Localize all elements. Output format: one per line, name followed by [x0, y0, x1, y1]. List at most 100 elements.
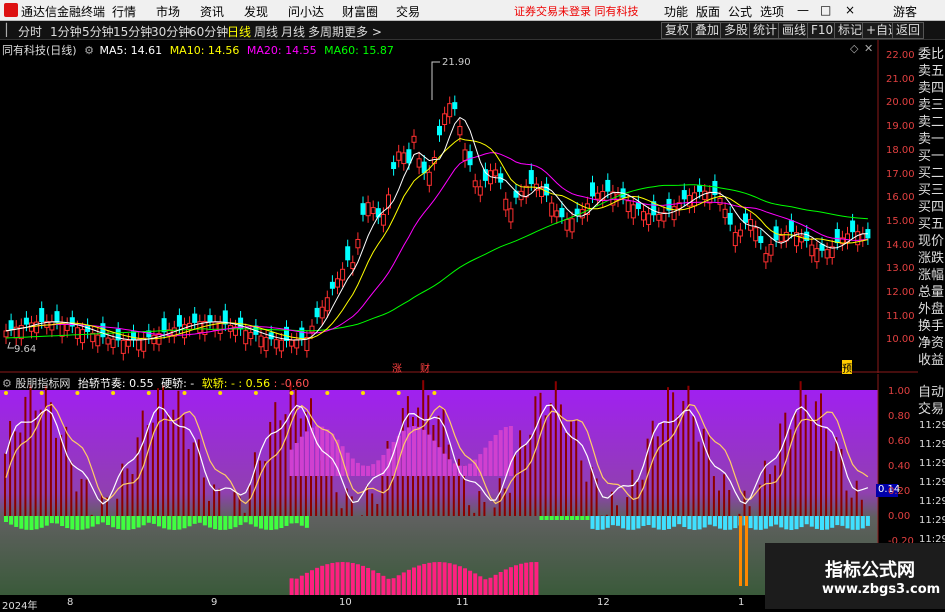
quote-field-label[interactable]: 净资: [918, 335, 945, 352]
indicator-bar: [65, 427, 67, 516]
stats-button[interactable]: 统计: [749, 22, 781, 39]
event-tag-limit[interactable]: 涨: [392, 360, 402, 375]
watermark-url: www.zbgs3.com: [822, 582, 940, 597]
quote-field-label[interactable]: 总量: [918, 284, 945, 301]
period-daily[interactable]: 日线: [227, 23, 251, 40]
candle-body: [315, 308, 319, 316]
high-price-label: 21.90: [442, 57, 471, 68]
menu-ask-xiaoda[interactable]: 问小达: [288, 3, 324, 20]
quote-field-label[interactable]: 收益: [918, 352, 945, 369]
momentum-bar: [305, 431, 309, 476]
draw-button[interactable]: 画线: [778, 22, 810, 39]
login-warning[interactable]: 证券交易未登录 同有科技: [514, 3, 639, 19]
menu-options[interactable]: 选项: [760, 3, 784, 20]
quote-field-label[interactable]: 买五: [918, 216, 945, 233]
menu-market[interactable]: 市场: [156, 3, 180, 20]
candle-body: [672, 207, 676, 220]
overlay-button[interactable]: 叠加: [691, 22, 723, 39]
candle-body: [789, 221, 793, 232]
price-tick: 20.00: [886, 97, 915, 108]
adjust-button[interactable]: 复权: [661, 22, 693, 39]
indicator-bar: [453, 471, 455, 516]
maximize-icon[interactable]: □: [820, 3, 831, 17]
event-tag-finance[interactable]: 财: [420, 360, 430, 375]
guest-label[interactable]: 游客: [893, 3, 917, 20]
candle-body: [438, 126, 442, 134]
negative-bar: [234, 516, 238, 527]
period-1min[interactable]: 1分钟: [50, 23, 82, 40]
volume-bar: [458, 566, 462, 595]
period-more[interactable]: 更多 >: [344, 23, 382, 40]
trade-field-label[interactable]: 交易: [918, 401, 945, 418]
quote-field-label[interactable]: 买二: [918, 165, 945, 182]
indicator-bar: [468, 505, 470, 516]
quote-field-label[interactable]: 换手: [918, 318, 945, 335]
period-monthly[interactable]: 月线: [281, 23, 305, 40]
quote-field-label[interactable]: 买一: [918, 148, 945, 165]
candle-body: [662, 213, 666, 221]
quote-field-label[interactable]: 卖五: [918, 63, 945, 80]
menu-news[interactable]: 资讯: [200, 3, 224, 20]
minimize-icon[interactable]: —: [797, 3, 809, 17]
back-button[interactable]: 返回: [892, 22, 924, 39]
quote-field-label[interactable]: 现价: [918, 233, 945, 250]
negative-bar: [45, 516, 49, 526]
candle-body: [412, 136, 416, 142]
trade-field-label[interactable]: 自动: [918, 384, 945, 401]
settings-gear-icon[interactable]: ⚙: [84, 44, 94, 57]
quote-field-label[interactable]: 卖二: [918, 114, 945, 131]
multi-stock-button[interactable]: 多股: [720, 22, 752, 39]
quote-field-label[interactable]: 卖三: [918, 97, 945, 114]
candle-body: [769, 245, 773, 256]
negative-bar: [601, 516, 605, 530]
f10-button[interactable]: F10: [807, 22, 837, 39]
quote-field-label[interactable]: 买三: [918, 182, 945, 199]
candle-body: [402, 153, 406, 164]
menu-layout[interactable]: 版面: [696, 3, 720, 20]
period-weekly[interactable]: 周线: [254, 23, 278, 40]
period-60min[interactable]: 60分钟: [189, 23, 228, 40]
pin-icon[interactable]: ◇: [850, 42, 858, 55]
period-multi[interactable]: 多周期: [308, 23, 344, 40]
negative-bar: [24, 516, 28, 530]
menu-quotes[interactable]: 行情: [112, 3, 136, 20]
close-icon[interactable]: ×: [845, 3, 855, 17]
candle-body: [458, 127, 462, 135]
negative-bar: [611, 516, 615, 525]
candle-body: [764, 254, 768, 262]
quote-field-label[interactable]: 涨跌: [918, 250, 945, 267]
quote-field-label[interactable]: 外盘: [918, 301, 945, 318]
indicator-bar: [708, 434, 710, 516]
negative-bar: [713, 516, 717, 526]
period-30min[interactable]: 30分钟: [151, 23, 190, 40]
quote-field-label[interactable]: 涨幅: [918, 267, 945, 284]
menu-trade[interactable]: 交易: [396, 3, 420, 20]
chart-close-icon[interactable]: ✕: [864, 42, 873, 55]
menu-discover[interactable]: 发现: [244, 3, 268, 20]
candle-body: [591, 183, 595, 196]
candle-body: [453, 103, 457, 109]
quote-field-label[interactable]: 买四: [918, 199, 945, 216]
quote-field-label[interactable]: 卖一: [918, 131, 945, 148]
trade-side-panel: 自动交易: [918, 384, 945, 418]
indicator-gear-icon[interactable]: ⚙: [2, 377, 12, 390]
indicator-bar: [60, 435, 62, 516]
menu-wealth-circle[interactable]: 财富圈: [342, 3, 378, 20]
volume-bar: [438, 562, 442, 595]
volume-bar: [489, 578, 493, 595]
indicator-bar: [86, 480, 88, 516]
menu-function[interactable]: 功能: [664, 3, 688, 20]
volume-bar: [453, 564, 457, 595]
period-5min[interactable]: 5分钟: [82, 23, 114, 40]
negative-bar: [162, 516, 166, 528]
period-tick[interactable]: 分时: [18, 23, 42, 40]
period-15min[interactable]: 15分钟: [113, 23, 152, 40]
negative-bar: [636, 516, 640, 528]
kline-chart[interactable]: [0, 40, 918, 373]
event-tag-forecast[interactable]: 预: [842, 360, 852, 375]
quote-field-label[interactable]: 委比: [918, 46, 945, 63]
quote-field-label[interactable]: 卖四: [918, 80, 945, 97]
negative-bar: [585, 516, 589, 520]
menu-formula[interactable]: 公式: [728, 3, 752, 20]
negative-bar: [137, 516, 141, 528]
